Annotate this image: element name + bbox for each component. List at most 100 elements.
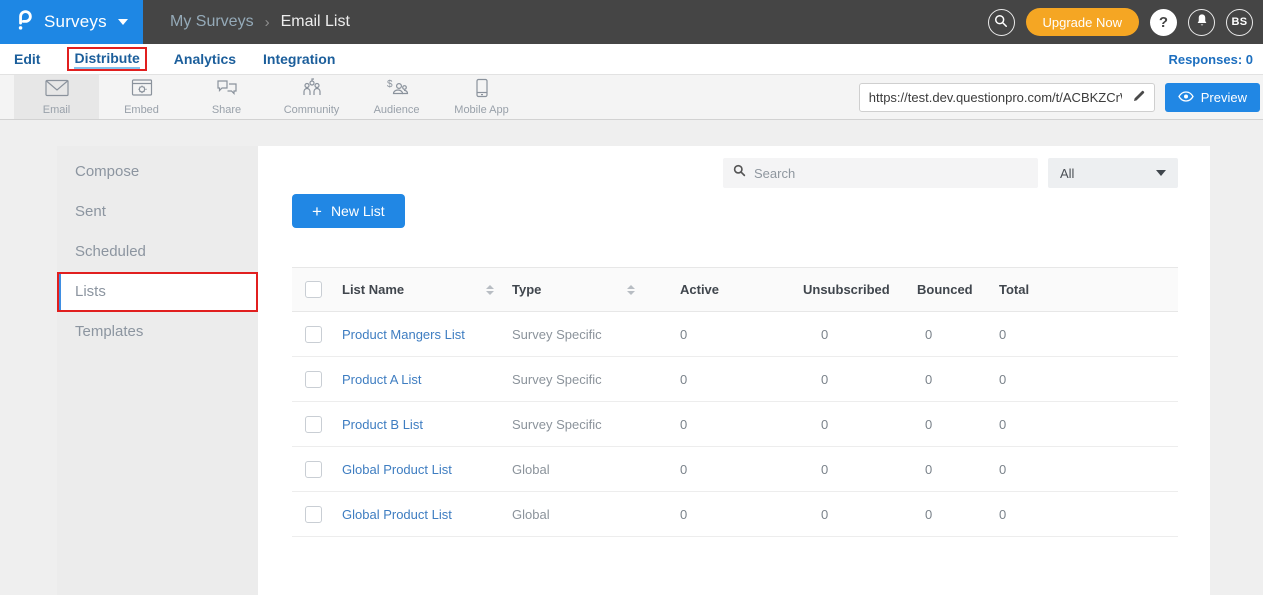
edit-pencil-icon bbox=[1132, 89, 1146, 106]
avatar[interactable]: BS bbox=[1226, 9, 1253, 36]
eye-icon bbox=[1178, 90, 1194, 105]
breadcrumb: My Surveys › Email List bbox=[170, 13, 350, 31]
row-checkbox[interactable] bbox=[305, 371, 322, 388]
breadcrumb-separator: › bbox=[265, 14, 270, 31]
channel-label: Mobile App bbox=[454, 104, 508, 116]
lists-panel: All + New List List Name bbox=[258, 146, 1210, 595]
preview-button[interactable]: Preview bbox=[1165, 83, 1260, 112]
filter-value: All bbox=[1060, 166, 1074, 181]
plus-icon: + bbox=[312, 203, 322, 220]
table-header-row: List Name Type Active Unsubscribed Bounc… bbox=[292, 268, 1178, 312]
embed-icon bbox=[131, 78, 153, 101]
product-switcher[interactable]: Surveys bbox=[0, 0, 143, 44]
list-type: Survey Specific bbox=[506, 312, 665, 357]
app-window: Surveys My Surveys › Email List Upgrade … bbox=[0, 0, 1263, 595]
sort-icon[interactable] bbox=[486, 285, 494, 295]
responses-count[interactable]: Responses: 0 bbox=[1168, 52, 1253, 67]
list-name-link[interactable]: Global Product List bbox=[342, 507, 452, 522]
column-header-bounced: Bounced bbox=[895, 268, 991, 312]
lists-table-wrap: List Name Type Active Unsubscribed Bounc… bbox=[292, 267, 1178, 537]
list-controls: All bbox=[258, 158, 1178, 188]
search-button[interactable] bbox=[988, 9, 1015, 36]
search-box bbox=[723, 158, 1038, 188]
channel-label: Community bbox=[284, 104, 340, 116]
total-count: 0 bbox=[991, 492, 1178, 537]
tab-distribute[interactable]: Distribute bbox=[74, 50, 139, 69]
tabs: Edit Distribute Analytics Integration bbox=[14, 47, 335, 71]
channel-label: Email bbox=[43, 104, 71, 116]
table-row: Product A List Survey Specific 0 0 0 0 bbox=[292, 357, 1178, 402]
upgrade-now-button[interactable]: Upgrade Now bbox=[1026, 8, 1140, 36]
row-checkbox[interactable] bbox=[305, 416, 322, 433]
tab-analytics[interactable]: Analytics bbox=[174, 51, 236, 67]
total-count: 0 bbox=[991, 357, 1178, 402]
content-card: Compose Sent Scheduled Lists Templates A… bbox=[57, 146, 1210, 595]
total-count: 0 bbox=[991, 312, 1178, 357]
tab-integration[interactable]: Integration bbox=[263, 51, 335, 67]
audience-icon: $ bbox=[384, 78, 410, 101]
unsubscribed-count: 0 bbox=[763, 312, 895, 357]
questionpro-logo-icon bbox=[14, 8, 35, 37]
breadcrumb-current: Email List bbox=[281, 13, 350, 31]
column-header-active: Active bbox=[665, 268, 763, 312]
list-name-link[interactable]: Product A List bbox=[342, 372, 422, 387]
channel-email[interactable]: Email bbox=[14, 75, 99, 119]
table-row: Product Mangers List Survey Specific 0 0… bbox=[292, 312, 1178, 357]
list-type-filter[interactable]: All bbox=[1048, 158, 1178, 188]
email-icon bbox=[44, 78, 70, 101]
channel-mobile-app[interactable]: Mobile App bbox=[439, 75, 524, 119]
list-name-link[interactable]: Product B List bbox=[342, 417, 423, 432]
sidebar-item-templates[interactable]: Templates bbox=[57, 312, 258, 352]
list-name-link[interactable]: Product Mangers List bbox=[342, 327, 465, 342]
edit-url-button[interactable] bbox=[1124, 84, 1154, 111]
bounced-count: 0 bbox=[895, 492, 991, 537]
search-input[interactable] bbox=[754, 166, 1028, 181]
tab-edit[interactable]: Edit bbox=[14, 51, 40, 67]
channel-share[interactable]: Share bbox=[184, 75, 269, 119]
active-count: 0 bbox=[665, 357, 763, 402]
breadcrumb-my-surveys[interactable]: My Surveys bbox=[170, 13, 254, 31]
chevron-down-icon bbox=[118, 19, 128, 25]
row-checkbox[interactable] bbox=[305, 461, 322, 478]
column-header-list-name[interactable]: List Name bbox=[336, 268, 506, 312]
channel-community[interactable]: Community bbox=[269, 75, 354, 119]
active-count: 0 bbox=[665, 312, 763, 357]
list-type: Global bbox=[506, 492, 665, 537]
notifications-button[interactable] bbox=[1188, 9, 1215, 36]
unsubscribed-count: 0 bbox=[763, 402, 895, 447]
column-header-type[interactable]: Type bbox=[506, 268, 665, 312]
bounced-count: 0 bbox=[895, 357, 991, 402]
row-checkbox[interactable] bbox=[305, 326, 322, 343]
sidebar-item-compose[interactable]: Compose bbox=[57, 152, 258, 192]
search-icon bbox=[994, 14, 1008, 31]
tab-distribute-annotation-box[interactable]: Distribute bbox=[67, 47, 146, 71]
email-sidebar: Compose Sent Scheduled Lists Templates bbox=[57, 146, 258, 595]
survey-tab-bar: Edit Distribute Analytics Integration Re… bbox=[0, 44, 1263, 75]
list-name-link[interactable]: Global Product List bbox=[342, 462, 452, 477]
column-header-unsubscribed: Unsubscribed bbox=[763, 268, 895, 312]
sidebar-item-sent[interactable]: Sent bbox=[57, 192, 258, 232]
row-checkbox[interactable] bbox=[305, 506, 322, 523]
top-bar: Surveys My Surveys › Email List Upgrade … bbox=[0, 0, 1263, 44]
unsubscribed-count: 0 bbox=[763, 447, 895, 492]
column-header-total: Total bbox=[991, 268, 1178, 312]
channel-audience[interactable]: $ Audience bbox=[354, 75, 439, 119]
list-type: Survey Specific bbox=[506, 357, 665, 402]
active-count: 0 bbox=[665, 402, 763, 447]
new-list-button[interactable]: + New List bbox=[292, 194, 405, 228]
help-button[interactable]: ? bbox=[1150, 9, 1177, 36]
list-type: Global bbox=[506, 447, 665, 492]
search-icon bbox=[733, 164, 746, 182]
new-list-label: New List bbox=[331, 203, 385, 219]
list-type: Survey Specific bbox=[506, 402, 665, 447]
distribute-toolbar: Email Embed Share Community $ Audience bbox=[0, 75, 1263, 120]
survey-url-input[interactable] bbox=[860, 90, 1124, 105]
table-row: Global Product List Global 0 0 0 0 bbox=[292, 447, 1178, 492]
channel-embed[interactable]: Embed bbox=[99, 75, 184, 119]
select-all-checkbox[interactable] bbox=[305, 281, 322, 298]
bounced-count: 0 bbox=[895, 447, 991, 492]
sidebar-item-lists[interactable]: Lists bbox=[57, 272, 258, 312]
total-count: 0 bbox=[991, 402, 1178, 447]
sort-icon[interactable] bbox=[627, 285, 635, 295]
sidebar-item-scheduled[interactable]: Scheduled bbox=[57, 232, 258, 272]
